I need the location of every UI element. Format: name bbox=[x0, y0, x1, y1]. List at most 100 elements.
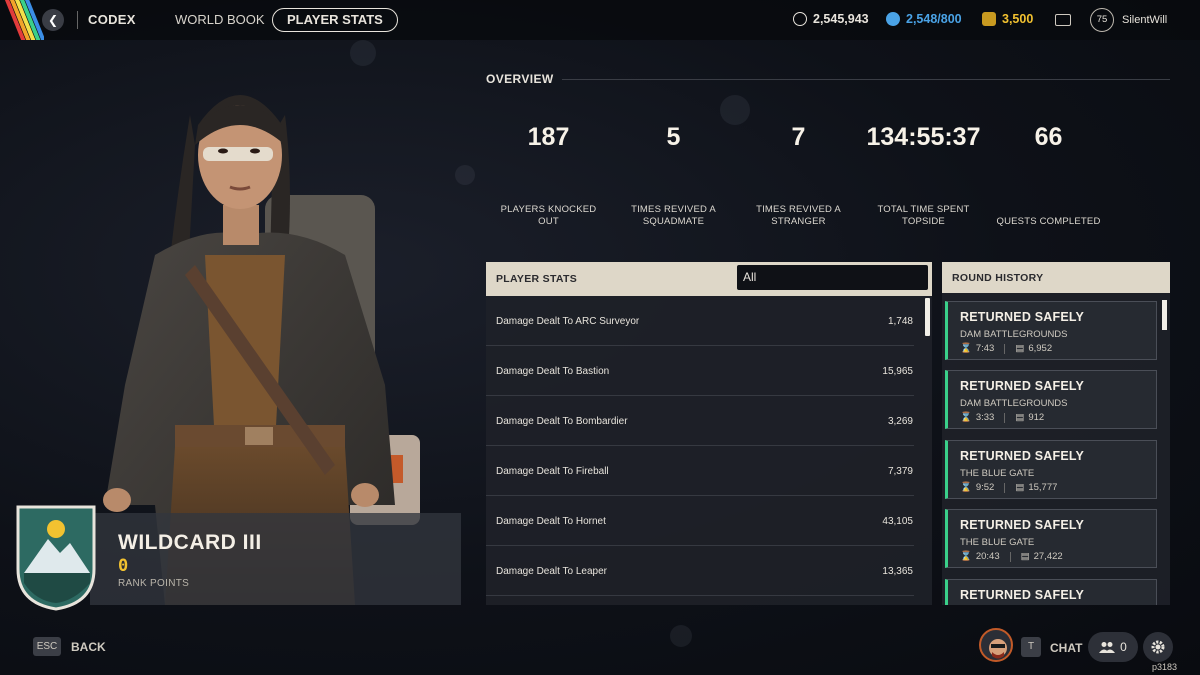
round-card[interactable]: RETURNED SAFELY DAM BATTLEGROUNDS ⌛ 7:43… bbox=[945, 301, 1157, 360]
round-time: 7:43 bbox=[975, 343, 995, 354]
round-card[interactable]: RETURNED SAFELY THE BLUE GATE ⌛ 20:43 ▤ … bbox=[945, 509, 1157, 568]
overview-stat-label: QUESTS COMPLETED bbox=[996, 216, 1101, 227]
player-avatar[interactable] bbox=[979, 628, 1013, 662]
tab-world-book[interactable]: WORLD BOOK bbox=[175, 12, 265, 27]
round-card[interactable]: RETURNED SAFELY THE BLUE GATE ⌛ 9:52 ▤ 1… bbox=[945, 440, 1157, 499]
overview-stat-label: TOTAL TIME SPENT TOPSIDE bbox=[877, 204, 970, 227]
overview-divider bbox=[562, 79, 1170, 80]
overview-stat-label: PLAYERS KNOCKED OUT bbox=[500, 204, 597, 227]
coin-icon bbox=[793, 12, 807, 26]
loot-icon: ▤ bbox=[1015, 482, 1025, 493]
round-history-scrollbar[interactable] bbox=[1162, 300, 1167, 330]
build-id: p3183 bbox=[1152, 662, 1178, 672]
coins-value: 2,545,943 bbox=[813, 12, 869, 26]
player-stats-header: PLAYER STATS All bbox=[486, 262, 932, 296]
round-value: 6,952 bbox=[1028, 343, 1053, 354]
overview-stat-value: 66 bbox=[1034, 123, 1063, 151]
round-history-header: ROUND HISTORY bbox=[942, 262, 1170, 293]
meta-divider bbox=[1004, 343, 1006, 354]
round-meta: ⌛ 9:52 ▤ 15,777 bbox=[960, 482, 1057, 493]
friends-button[interactable]: 0 bbox=[1088, 632, 1138, 662]
rank-points-value: 0 bbox=[118, 556, 129, 576]
stat-name: Damage Dealt To Bastion bbox=[496, 366, 610, 377]
level-badge: 75 bbox=[1090, 8, 1114, 32]
round-history-title: ROUND HISTORY bbox=[952, 272, 1044, 284]
back-arrow-button[interactable]: ❮ bbox=[42, 9, 64, 31]
friends-count: 0 bbox=[1120, 640, 1127, 654]
dust-particle bbox=[720, 95, 750, 125]
nav-codex[interactable]: CODEX bbox=[88, 12, 136, 27]
stat-name: Damage Dealt To Hornet bbox=[496, 516, 606, 527]
esc-key-hint[interactable]: ESC bbox=[33, 637, 61, 656]
round-status: RETURNED SAFELY bbox=[960, 518, 1085, 532]
stat-value: 7,379 bbox=[887, 466, 913, 477]
stat-row: Damage Dealt To Bastion 15,965 bbox=[486, 346, 914, 396]
meta-divider bbox=[1004, 412, 1006, 423]
friends-icon bbox=[1099, 642, 1116, 653]
tokens-value: 2,548/800 bbox=[906, 12, 962, 26]
stat-row: Damage Dealt To Leaper 13,365 bbox=[486, 546, 914, 596]
stat-value: 3,269 bbox=[887, 416, 913, 427]
round-status: RETURNED SAFELY bbox=[960, 379, 1085, 393]
round-time: 9:52 bbox=[975, 482, 995, 493]
overview-stat-value: 187 bbox=[527, 123, 570, 151]
overview-stat-label: TIMES REVIVED A STRANGER bbox=[756, 204, 841, 227]
username[interactable]: SilentWill bbox=[1122, 14, 1167, 26]
round-status: RETURNED SAFELY bbox=[960, 588, 1085, 602]
overview-stat-value: 7 bbox=[791, 123, 806, 151]
overview-title: OVERVIEW bbox=[486, 72, 554, 86]
round-meta: ⌛ 20:43 ▤ 27,422 bbox=[960, 551, 1063, 562]
nav-divider bbox=[77, 11, 78, 29]
stat-name: Damage Dealt To Fireball bbox=[496, 466, 609, 477]
gear-icon bbox=[1151, 640, 1165, 654]
round-value: 912 bbox=[1028, 412, 1045, 423]
round-card[interactable]: RETURNED SAFELY bbox=[945, 579, 1157, 605]
chat-button[interactable]: CHAT bbox=[1050, 641, 1082, 655]
stat-value: 1,748 bbox=[887, 316, 913, 327]
round-meta: ⌛ 7:43 ▤ 6,952 bbox=[960, 343, 1052, 354]
settings-button[interactable] bbox=[1143, 632, 1173, 662]
currency-tokens: 2,548/800 bbox=[886, 12, 962, 26]
top-bar: ❮ CODEX WORLD BOOK PLAYER STATS 2,545,94… bbox=[0, 0, 1200, 40]
loot-icon: ▤ bbox=[1015, 343, 1025, 354]
overview-stat-value: 134:55:37 bbox=[866, 123, 981, 151]
stat-value: 15,965 bbox=[882, 366, 913, 377]
back-button[interactable]: BACK bbox=[71, 640, 106, 654]
currency-creds: 3,500 bbox=[982, 12, 1033, 26]
hourglass-icon: ⌛ bbox=[960, 343, 972, 354]
stat-value: 43,105 bbox=[882, 516, 913, 527]
loot-icon: ▤ bbox=[1020, 551, 1030, 562]
round-time: 3:33 bbox=[975, 412, 995, 423]
chat-key-hint[interactable]: T bbox=[1021, 637, 1041, 657]
stats-filter-dropdown[interactable]: All bbox=[737, 265, 928, 290]
dust-particle bbox=[455, 165, 475, 185]
round-value: 15,777 bbox=[1028, 482, 1058, 493]
currency-coins: 2,545,943 bbox=[793, 12, 869, 26]
rank-emblem-icon bbox=[16, 505, 96, 611]
stat-row: Damage Dealt To Bombardier 3,269 bbox=[486, 396, 914, 446]
stat-name: Damage Dealt To ARC Surveyor bbox=[496, 316, 640, 327]
hourglass-icon: ⌛ bbox=[960, 482, 972, 493]
hourglass-icon: ⌛ bbox=[960, 412, 972, 423]
stats-scrollbar[interactable] bbox=[925, 298, 930, 336]
mail-icon[interactable] bbox=[1055, 14, 1071, 26]
raider-token-icon bbox=[886, 12, 900, 26]
stat-value: 13,365 bbox=[882, 566, 913, 577]
round-map: DAM BATTLEGROUNDS bbox=[960, 398, 1068, 409]
round-map: THE BLUE GATE bbox=[960, 468, 1035, 479]
rank-card bbox=[90, 513, 461, 605]
round-status: RETURNED SAFELY bbox=[960, 310, 1085, 324]
round-value: 27,422 bbox=[1033, 551, 1063, 562]
loot-icon: ▤ bbox=[1015, 412, 1025, 423]
stat-row: Damage Dealt To ARC Surveyor 1,748 bbox=[486, 296, 914, 346]
dust-particle bbox=[670, 625, 692, 647]
rank-points-label: RANK POINTS bbox=[118, 578, 190, 589]
player-stats-panel: PLAYER STATS All Damage Dealt To ARC Sur… bbox=[486, 262, 932, 605]
round-card[interactable]: RETURNED SAFELY DAM BATTLEGROUNDS ⌛ 3:33… bbox=[945, 370, 1157, 429]
brand-stripes bbox=[0, 0, 44, 40]
tab-player-stats[interactable]: PLAYER STATS bbox=[272, 8, 398, 32]
round-meta: ⌛ 3:33 ▤ 912 bbox=[960, 412, 1044, 423]
avatar-face-icon bbox=[989, 639, 1007, 659]
round-history-panel: ROUND HISTORY RETURNED SAFELY DAM BATTLE… bbox=[942, 262, 1170, 605]
overview-stat-label: TIMES REVIVED A SQUADMATE bbox=[631, 204, 716, 227]
